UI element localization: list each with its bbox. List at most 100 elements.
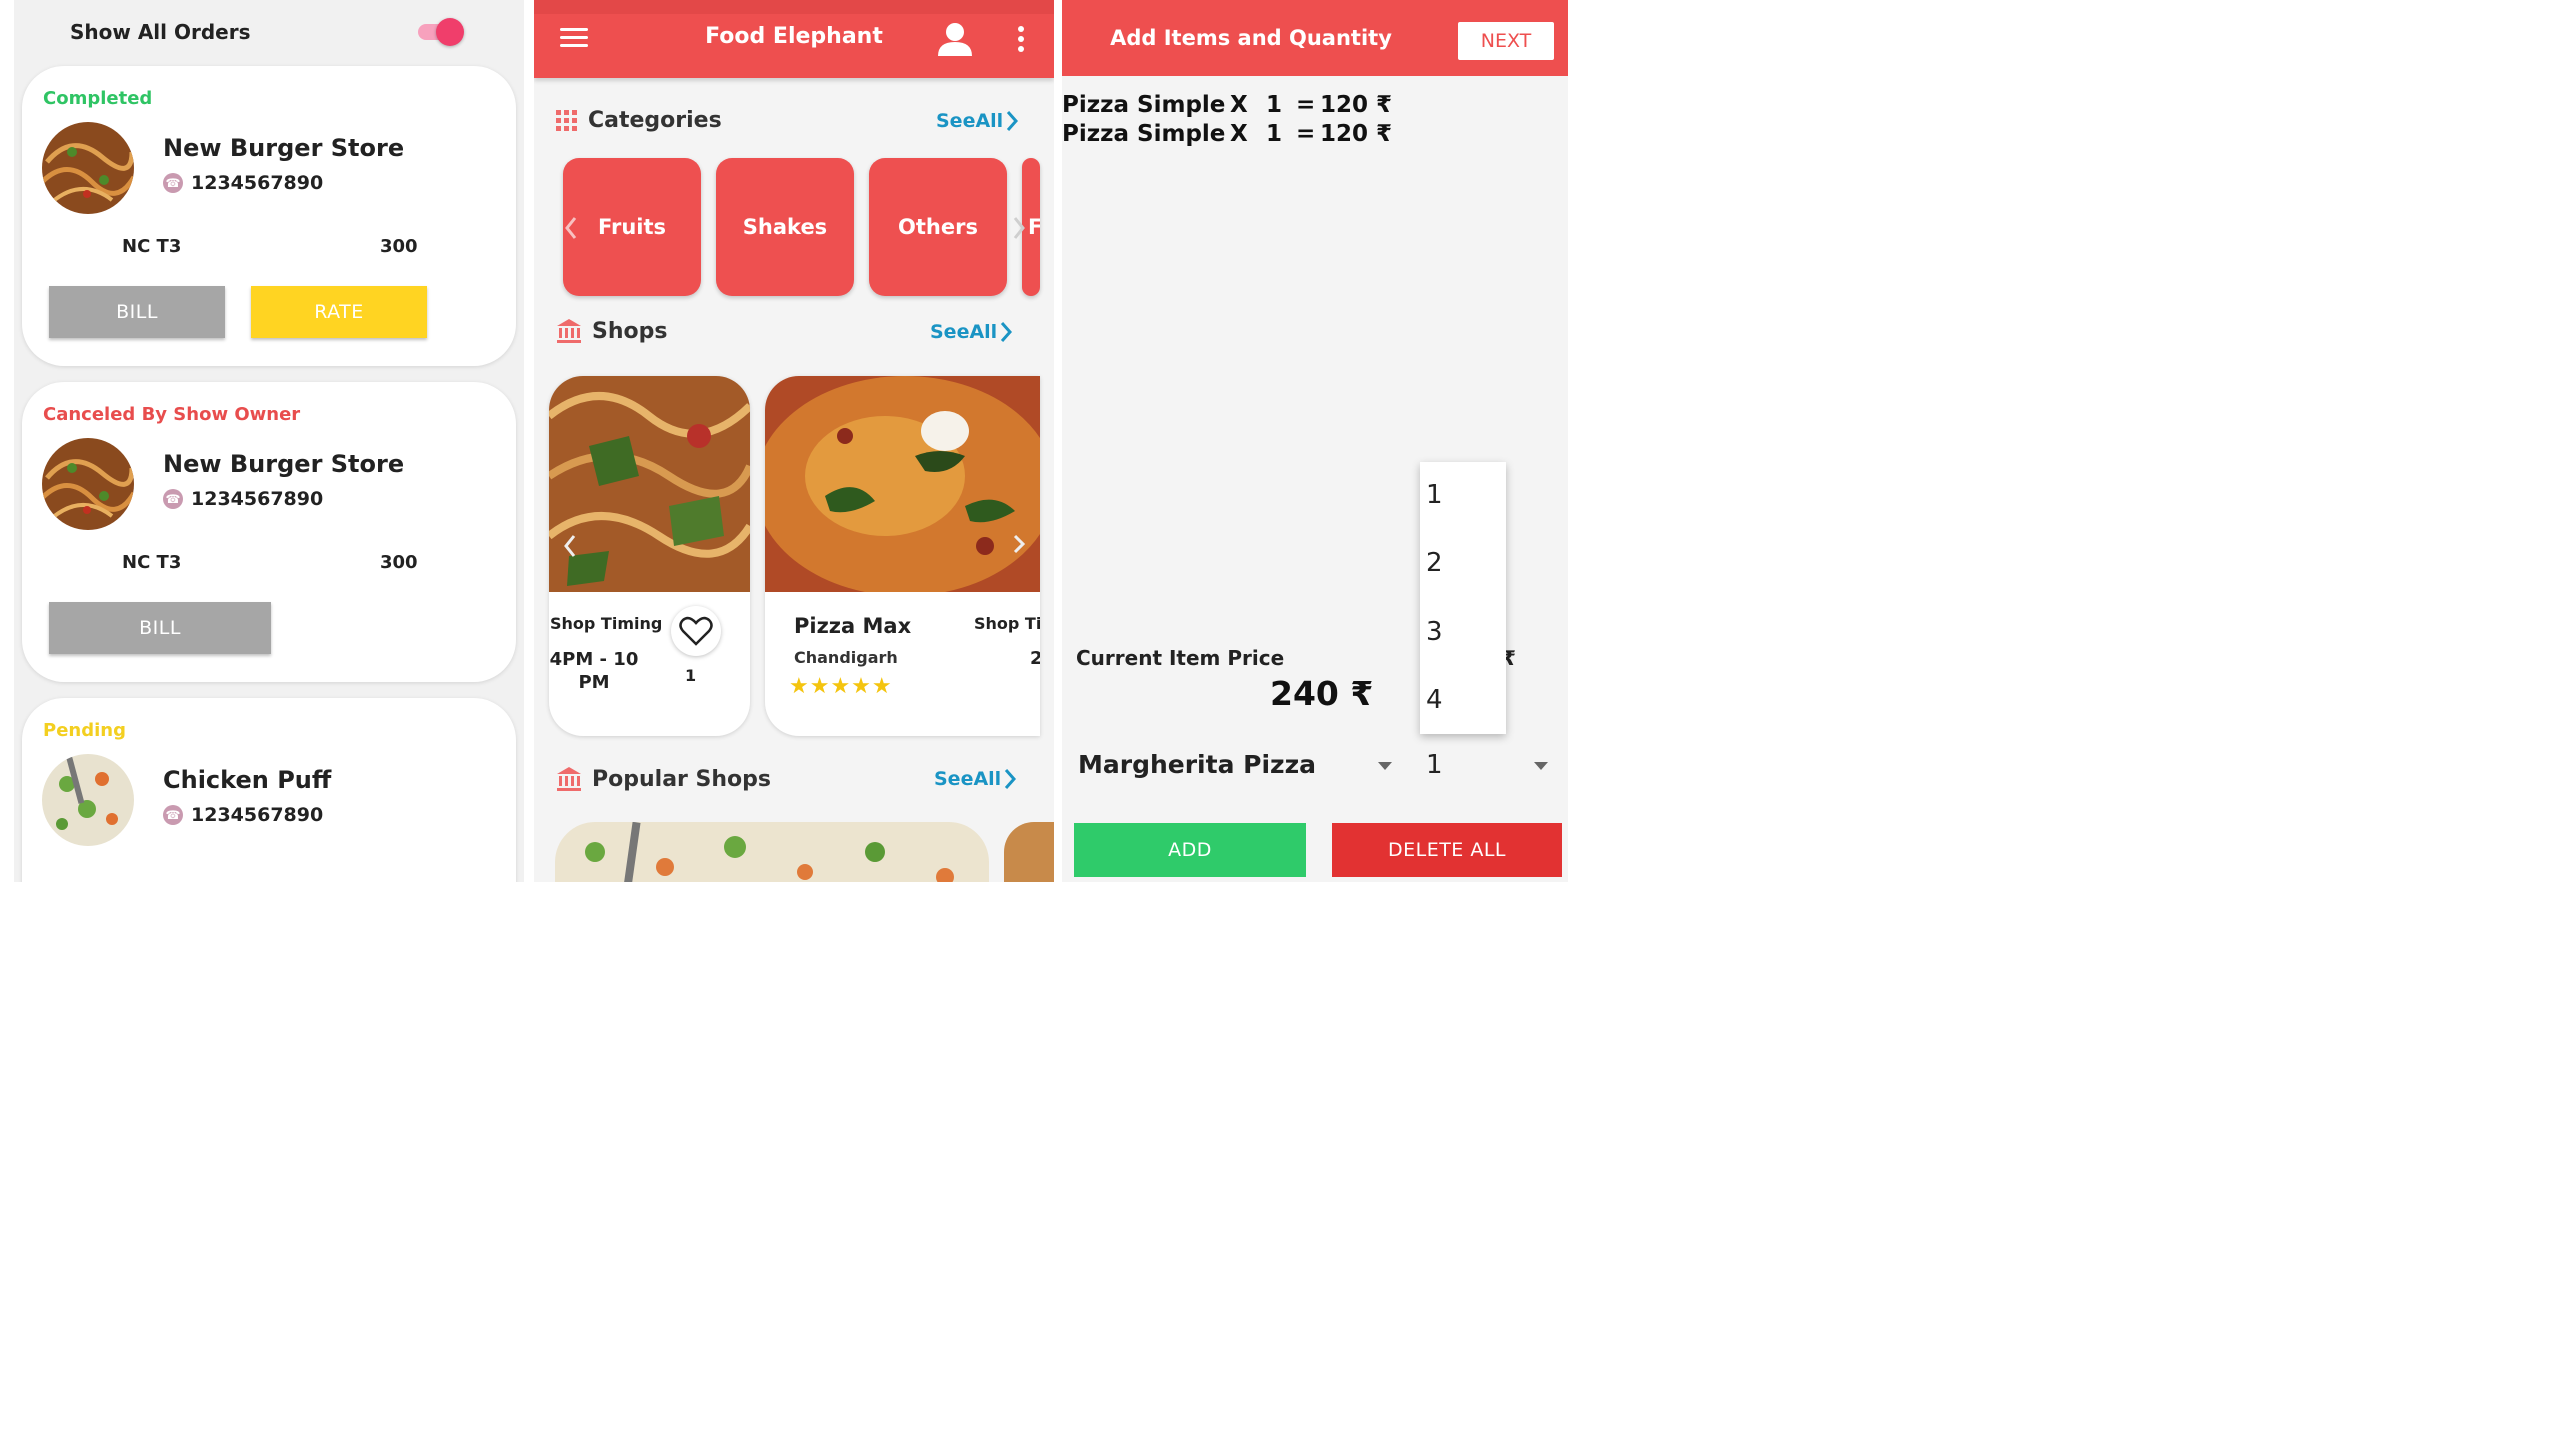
order-phone: ☎ 1234567890 [163, 172, 323, 194]
shop-avatar [42, 122, 134, 214]
rate-button[interactable]: RATE [251, 286, 427, 338]
categories-title: Categories [588, 108, 722, 133]
order-phone: ☎ 1234567890 [163, 488, 323, 510]
popular-see-all[interactable]: SeeAll [934, 768, 1017, 790]
order-status: Pending [43, 720, 126, 741]
category-fruits[interactable]: Fruits [563, 158, 701, 296]
phone-icon: ☎ [163, 805, 183, 825]
order-code: NC T3 [122, 552, 182, 573]
shop-timing-label: Shop Tin [974, 614, 1040, 633]
shops-header: Shops [556, 318, 667, 344]
favorite-button[interactable] [671, 606, 721, 656]
grid-icon [556, 109, 577, 131]
more-options-icon[interactable] [1018, 26, 1024, 52]
item-times: X [1230, 92, 1248, 118]
order-amount: 300 [380, 236, 418, 257]
item-equals: = [1296, 121, 1316, 147]
item-qty: 1 [1266, 92, 1283, 118]
order-amount: 300 [380, 552, 418, 573]
order-shop-name: New Burger Store [163, 134, 405, 162]
item-select-value[interactable]: Margherita Pizza [1078, 750, 1316, 779]
bill-button[interactable]: BILL [49, 602, 271, 654]
categories-header: Categories [556, 108, 722, 133]
shops-title: Shops [592, 318, 668, 344]
cart-title: Add Items and Quantity [1110, 26, 1392, 50]
cart-line-item: Pizza Simple X 1 = 120 ₹ [1062, 92, 1392, 118]
quantity-option[interactable]: 1 [1426, 480, 1443, 510]
popular-shops-header: Popular Shops [556, 766, 771, 792]
shop-card[interactable]: Shop Timing 4PM - 10 PM 1 [549, 376, 750, 736]
next-button[interactable]: NEXT [1458, 22, 1554, 60]
phone-number: 1234567890 [191, 804, 324, 826]
chevron-right-icon[interactable] [1012, 216, 1026, 240]
app-title: Food Elephant [705, 24, 883, 49]
shop-city: Chandigarh [794, 648, 898, 667]
quantity-option[interactable]: 4 [1426, 685, 1443, 715]
item-name: Pizza Simple [1062, 92, 1226, 118]
order-shop-name: Chicken Puff [163, 766, 332, 794]
see-all-label: SeeAll [930, 321, 998, 343]
show-all-orders-label: Show All Orders [70, 20, 251, 44]
quantity-dropdown-list: 1 2 3 4 [1420, 462, 1506, 734]
quantity-option[interactable]: 3 [1426, 617, 1443, 647]
bill-button[interactable]: BILL [49, 286, 225, 338]
category-shakes[interactable]: Shakes [716, 158, 854, 296]
order-code: NC T3 [122, 236, 182, 257]
phone-number: 1234567890 [191, 488, 324, 510]
delete-all-button[interactable]: DELETE ALL [1332, 823, 1562, 877]
shop-image [765, 376, 1040, 596]
item-equals: = [1296, 92, 1316, 118]
category-others[interactable]: Others [869, 158, 1007, 296]
item-price: 120 ₹ [1320, 121, 1393, 147]
shop-timing-label: Shop Timing [550, 614, 663, 633]
order-status: Canceled By Show Owner [43, 404, 301, 425]
phone-icon: ☎ [163, 173, 183, 193]
phone-number: 1234567890 [191, 172, 324, 194]
item-dropdown-icon[interactable] [1378, 762, 1392, 770]
item-price: 120 ₹ [1320, 92, 1393, 118]
shop-avatar [42, 754, 134, 846]
category-label: Fruits [597, 215, 667, 239]
show-all-orders-toggle[interactable] [418, 18, 464, 46]
popular-shops-title: Popular Shops [592, 766, 772, 792]
bank-icon [557, 767, 581, 791]
item-qty: 1 [1266, 121, 1283, 147]
shops-see-all[interactable]: SeeAll [930, 321, 1013, 343]
quantity-select-value[interactable]: 1 [1426, 750, 1443, 780]
orders-panel: Show All Orders Completed New Burger Sto… [14, 0, 524, 882]
shop-card-pizza-max[interactable]: Pizza Max Chandigarh ★★★★★ Shop Tin 2 [765, 376, 1040, 736]
like-count: 1 [685, 666, 697, 685]
see-all-label: SeeAll [934, 768, 1002, 790]
item-name: Pizza Simple [1062, 121, 1226, 147]
order-card-canceled: Canceled By Show Owner New Burger Store … [22, 382, 516, 682]
rating-stars: ★★★★★ [789, 674, 893, 699]
order-shop-name: New Burger Store [163, 450, 405, 478]
popular-shop-image[interactable] [555, 822, 989, 882]
order-phone: ☎ 1234567890 [163, 804, 323, 826]
chevron-right-icon [1005, 769, 1017, 789]
heart-icon [679, 616, 713, 646]
cart-panel: Add Items and Quantity NEXT Pizza Simple… [1062, 0, 1568, 882]
current-price-label: Current Item Price [1076, 646, 1285, 670]
shop-name: Pizza Max [794, 614, 912, 638]
menu-icon[interactable] [560, 28, 588, 48]
phone-icon: ☎ [163, 489, 183, 509]
quantity-option[interactable]: 2 [1426, 548, 1443, 578]
user-profile-icon[interactable] [936, 20, 974, 58]
chevron-left-icon[interactable] [564, 216, 578, 240]
cart-line-item: Pizza Simple X 1 = 120 ₹ [1062, 121, 1392, 147]
order-card-completed: Completed New Burger Store ☎ 1234567890 … [22, 66, 516, 366]
popular-shop-image-partial[interactable] [1004, 822, 1054, 882]
categories-see-all[interactable]: SeeAll [936, 110, 1019, 132]
chevron-right-icon [1007, 111, 1019, 131]
category-label: Shakes [742, 215, 828, 239]
order-status: Completed [43, 88, 153, 109]
order-card-pending: Pending Chicken Puff ☎ 1234567890 [22, 698, 516, 882]
quantity-dropdown-icon[interactable] [1534, 762, 1548, 770]
category-label: F [1028, 215, 1040, 239]
current-price-value: 240 ₹ [1270, 674, 1374, 713]
see-all-label: SeeAll [936, 110, 1004, 132]
bank-icon [557, 319, 581, 343]
add-button[interactable]: ADD [1074, 823, 1306, 877]
home-panel: Food Elephant Categories SeeAll Fruits S… [534, 0, 1054, 882]
